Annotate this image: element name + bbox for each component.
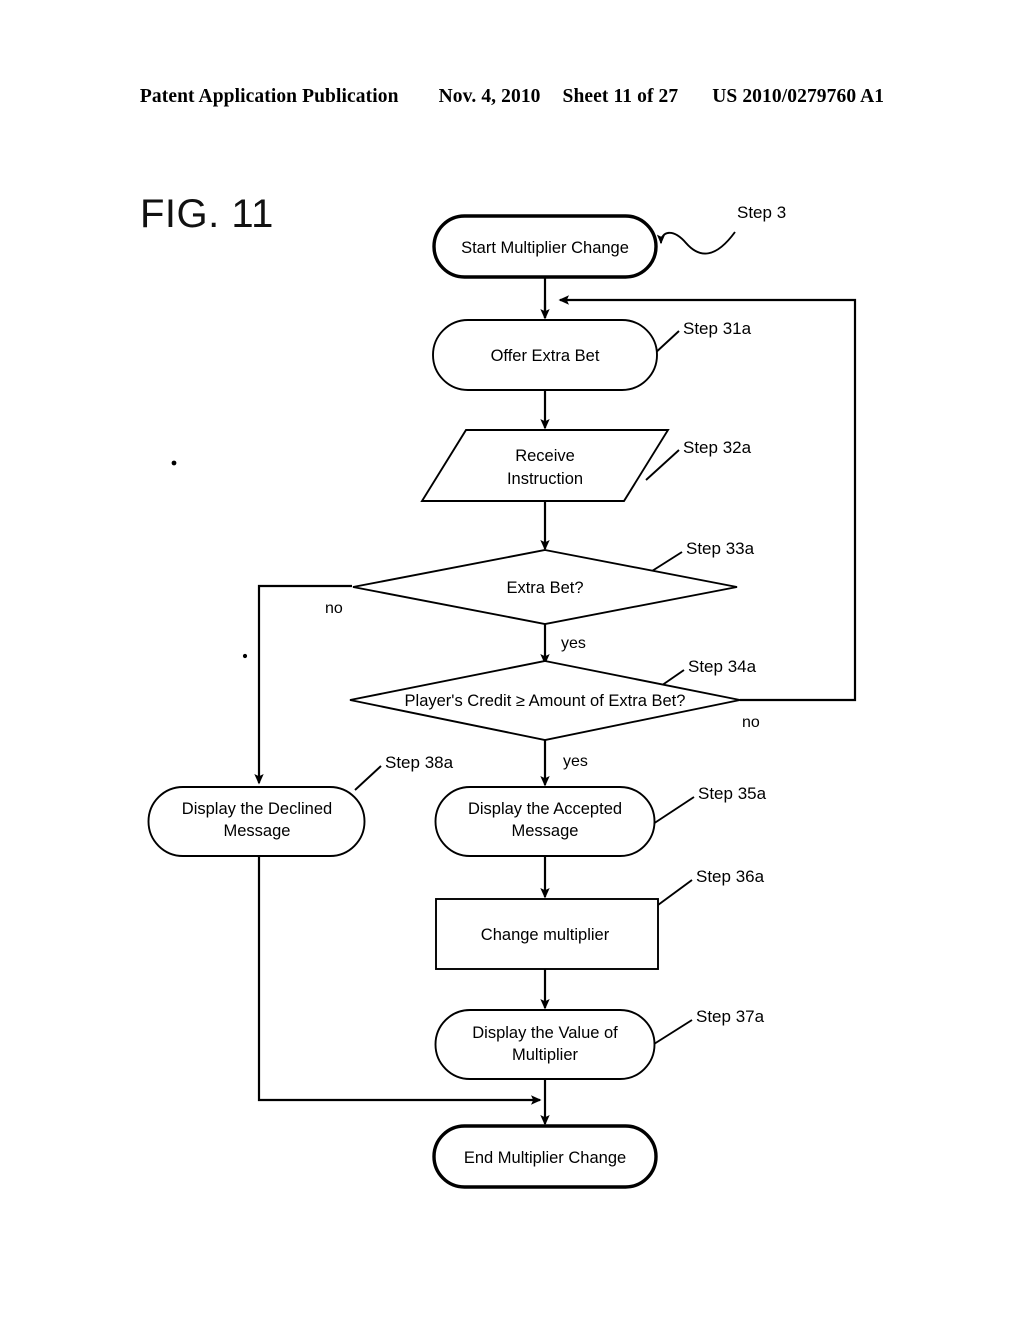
node-accepted-label-line2: Message: [512, 822, 579, 840]
node-declined-label-line1: Display the Declined: [182, 800, 332, 818]
scan-speck: [171, 460, 177, 466]
leader-step3: [656, 231, 736, 255]
callout-step-36a: Step 36a: [696, 867, 765, 886]
leader-step35a: [652, 796, 695, 825]
node-receive-instruction: [420, 429, 670, 502]
patent-page: Patent Application Publication Nov. 4, 2…: [0, 0, 1024, 1320]
callout-step-37a: Step 37a: [696, 1007, 765, 1026]
leader-step38a: [354, 765, 382, 791]
leader-step37a: [653, 1019, 693, 1045]
callout-step-34a: Step 34a: [688, 657, 757, 676]
callout-step-35a: Step 35a: [698, 784, 767, 803]
leader-step36a: [657, 879, 693, 906]
callout-step-38a: Step 38a: [385, 753, 454, 772]
node-value-label-line2: Multiplier: [512, 1046, 579, 1064]
node-display-value-of-multiplier: [434, 1009, 656, 1080]
node-start-label: Start Multiplier Change: [461, 239, 629, 257]
branch-label-credit-yes: yes: [563, 753, 588, 770]
node-change-multiplier-label: Change multiplier: [481, 926, 610, 944]
branch-label-credit-no: no: [742, 714, 760, 731]
callout-step-3: Step 3: [737, 203, 786, 222]
node-accepted-label-line1: Display the Accepted: [468, 800, 622, 818]
node-offer-label: Offer Extra Bet: [491, 347, 600, 365]
node-receive-label-line1: Receive: [515, 447, 575, 465]
callout-step-31a: Step 31a: [683, 319, 752, 338]
node-receive-label-line2: Instruction: [507, 470, 583, 488]
node-end-label: End Multiplier Change: [464, 1149, 626, 1167]
node-declined-label-line2: Message: [224, 822, 291, 840]
scan-speck: [242, 653, 248, 659]
callout-step-33a: Step 33a: [686, 539, 755, 558]
branch-label-extrabet-no: no: [325, 600, 343, 617]
flowchart: Start Multiplier Change Offer Extra Bet …: [147, 203, 857, 1189]
node-extra-bet-label: Extra Bet?: [506, 579, 583, 597]
node-player-credit-label: Player's Credit ≥ Amount of Extra Bet?: [405, 692, 686, 710]
node-value-label-line1: Display the Value of: [472, 1024, 618, 1042]
callout-step-32a: Step 32a: [683, 438, 752, 457]
branch-label-extrabet-yes: yes: [561, 635, 586, 652]
